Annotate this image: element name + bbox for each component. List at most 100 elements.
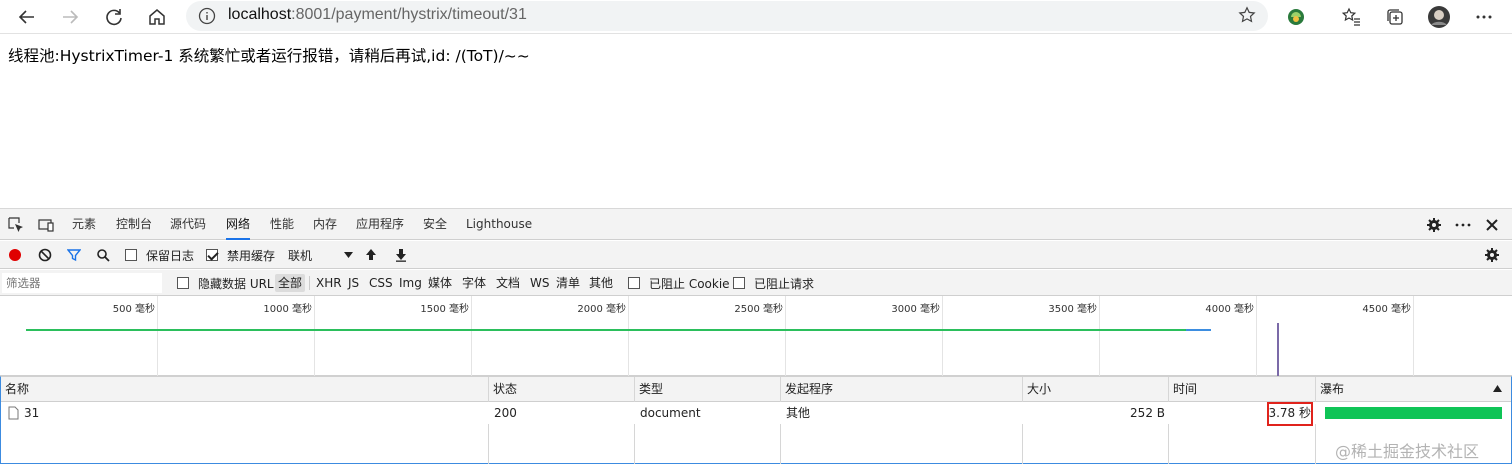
column-size[interactable]: 大小 xyxy=(1023,377,1051,401)
filter-type-font[interactable]: 字体 xyxy=(462,274,486,292)
extension-icon[interactable] xyxy=(1282,3,1310,31)
device-toolbar-icon[interactable] xyxy=(36,215,56,235)
row-initiator: 其他 xyxy=(786,406,811,420)
favorites-icon[interactable] xyxy=(1337,3,1365,31)
profile-avatar[interactable] xyxy=(1425,3,1453,31)
row-name: 31 xyxy=(24,406,40,420)
overview-gridline xyxy=(785,296,786,376)
blocked-cookies-checkbox[interactable] xyxy=(628,277,640,289)
tab-lighthouse[interactable]: Lighthouse xyxy=(466,209,532,240)
disable-cache-checkbox[interactable] xyxy=(206,249,218,261)
export-har-icon[interactable] xyxy=(395,245,407,265)
overview-gridline xyxy=(942,296,943,376)
url-text[interactable]: localhost:8001/payment/hystrix/timeout/3… xyxy=(228,6,527,24)
blocked-requests-toggle[interactable]: 已阻止请求 xyxy=(733,273,814,293)
settings-icon[interactable] xyxy=(1424,215,1444,235)
watermark: @稀土掘金技术社区 xyxy=(1335,442,1480,461)
filter-type-img[interactable]: Img xyxy=(399,274,422,292)
time-highlight-box xyxy=(1267,402,1313,426)
sort-ascending-icon[interactable] xyxy=(1493,385,1502,392)
filter-bar: 隐藏数据 URL 全部 XHR JS CSS Img 媒体 字体 文档 WS 清… xyxy=(0,270,1512,296)
overview-gridline xyxy=(314,296,315,376)
browser-toolbar: localhost:8001/payment/hystrix/timeout/3… xyxy=(0,0,1512,34)
tab-performance[interactable]: 性能 xyxy=(270,209,294,240)
waterfall-bar[interactable] xyxy=(1325,407,1502,419)
blocked-cookies-toggle[interactable]: 已阻止 Cookie xyxy=(628,273,730,293)
preserve-log-toggle[interactable]: 保留日志 xyxy=(125,245,194,265)
throttling-select[interactable]: 联机 xyxy=(288,245,354,265)
tab-elements[interactable]: 元素 xyxy=(72,209,96,240)
tab-network[interactable]: 网络 xyxy=(226,209,251,240)
filter-type-doc[interactable]: 文档 xyxy=(496,274,520,292)
star-icon[interactable] xyxy=(1238,6,1256,28)
reload-icon[interactable] xyxy=(100,3,128,31)
table-header: 名称 状态 类型 发起程序 大小 时间 瀑布 xyxy=(1,377,1511,402)
hide-data-urls-label: 隐藏数据 URL xyxy=(198,276,274,291)
devtools-more-icon[interactable] xyxy=(1453,215,1473,235)
filter-type-js[interactable]: JS xyxy=(348,274,359,292)
disable-cache-toggle[interactable]: 禁用缓存 xyxy=(206,245,275,265)
close-icon[interactable] xyxy=(1482,215,1502,235)
row-size: 252 B xyxy=(1130,406,1165,420)
blocked-cookies-label: 已阻止 Cookie xyxy=(649,276,730,291)
document-icon xyxy=(8,406,19,420)
overview-tick-label: 2500 毫秒 xyxy=(734,304,783,315)
column-time[interactable]: 时间 xyxy=(1169,377,1197,401)
preserve-log-checkbox[interactable] xyxy=(125,249,137,261)
tab-security[interactable]: 安全 xyxy=(423,209,447,240)
row-status: 200 xyxy=(494,406,517,420)
column-initiator[interactable]: 发起程序 xyxy=(781,377,833,401)
network-settings-icon[interactable] xyxy=(1484,245,1500,265)
throttling-value: 联机 xyxy=(288,248,313,263)
more-icon[interactable] xyxy=(1470,3,1498,31)
column-waterfall[interactable]: 瀑布 xyxy=(1316,377,1344,401)
home-icon[interactable] xyxy=(143,3,171,31)
filter-icon[interactable] xyxy=(67,245,81,265)
column-name[interactable]: 名称 xyxy=(1,377,29,401)
overview-tick-label: 3500 毫秒 xyxy=(1048,304,1097,315)
devtools-tabbar: 元素 控制台 源代码 网络 性能 内存 应用程序 安全 Lighthouse xyxy=(0,208,1512,240)
filter-type-css[interactable]: CSS xyxy=(369,274,393,292)
filter-type-other[interactable]: 其他 xyxy=(589,274,613,292)
import-har-icon[interactable] xyxy=(365,245,377,265)
preserve-log-label: 保留日志 xyxy=(146,248,195,263)
blocked-requests-checkbox[interactable] xyxy=(733,277,745,289)
hide-data-urls-checkbox[interactable] xyxy=(177,277,189,289)
filter-type-all[interactable]: 全部 xyxy=(275,274,306,292)
overview-waiting-line xyxy=(26,329,1186,331)
back-icon[interactable] xyxy=(13,3,41,31)
tab-application[interactable]: 应用程序 xyxy=(356,209,404,240)
disable-cache-label: 禁用缓存 xyxy=(227,248,276,263)
filter-type-media[interactable]: 媒体 xyxy=(428,274,452,292)
column-status[interactable]: 状态 xyxy=(489,377,517,401)
hide-data-urls-toggle[interactable]: 隐藏数据 URL xyxy=(177,273,274,293)
overview-tick-label: 1000 毫秒 xyxy=(263,304,312,315)
tab-memory[interactable]: 内存 xyxy=(313,209,337,240)
overview-gridline xyxy=(471,296,472,376)
filter-input[interactable] xyxy=(2,273,162,293)
overview-gridline xyxy=(1256,296,1257,376)
tab-sources[interactable]: 源代码 xyxy=(170,209,206,240)
overview-tick-label: 2000 毫秒 xyxy=(577,304,626,315)
devtools-panel: 元素 控制台 源代码 网络 性能 内存 应用程序 安全 Lighthouse 保… xyxy=(0,208,1512,464)
tab-console[interactable]: 控制台 xyxy=(116,209,152,240)
overview-tick-label: 4000 毫秒 xyxy=(1205,304,1254,315)
filter-type-ws[interactable]: WS xyxy=(530,274,549,292)
search-icon[interactable] xyxy=(96,245,110,265)
inspect-element-icon[interactable] xyxy=(6,215,26,235)
address-bar[interactable]: localhost:8001/payment/hystrix/timeout/3… xyxy=(186,1,1268,31)
page-message: 线程池:HystrixTimer-1 系统繁忙或者运行报错，请稍后再试,id: … xyxy=(8,47,530,65)
url-host: localhost xyxy=(228,6,292,23)
filter-type-xhr[interactable]: XHR xyxy=(316,274,342,292)
network-controls: 保留日志 禁用缓存 联机 xyxy=(0,241,1512,269)
info-icon[interactable] xyxy=(198,7,216,29)
collections-icon[interactable] xyxy=(1381,3,1409,31)
url-path: :8001/payment/hystrix/timeout/31 xyxy=(291,6,527,23)
clear-icon[interactable] xyxy=(38,245,52,265)
column-type[interactable]: 类型 xyxy=(635,377,663,401)
filter-type-manifest[interactable]: 清单 xyxy=(556,274,580,292)
requests-table: 名称 状态 类型 发起程序 大小 时间 瀑布 31 200 document 其… xyxy=(0,376,1512,464)
forward-icon[interactable] xyxy=(56,3,84,31)
overview-timeline[interactable]: 500 毫秒 1000 毫秒 1500 毫秒 2000 毫秒 2500 毫秒 3… xyxy=(0,296,1512,376)
record-icon[interactable] xyxy=(8,245,22,265)
